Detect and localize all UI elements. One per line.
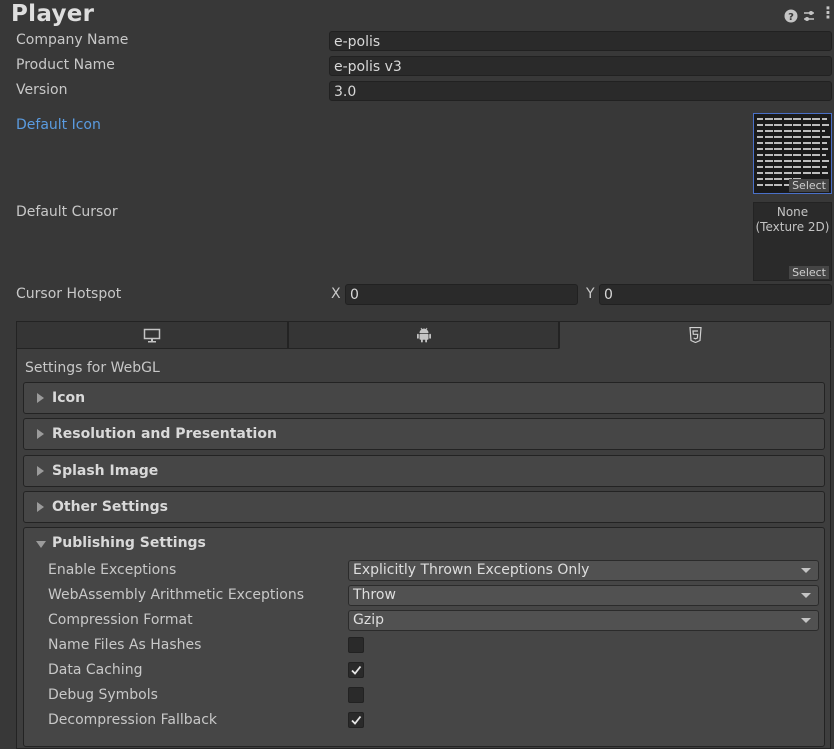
company-name-label: Company Name	[16, 32, 129, 48]
help-icon[interactable]: ?	[784, 9, 798, 23]
wasm-arith-exceptions-value: Throw	[353, 587, 396, 603]
chevron-right-icon	[37, 429, 44, 439]
checkmark-icon	[351, 715, 362, 725]
product-name-field[interactable]: e-polis v3	[329, 56, 832, 76]
monitor-icon	[143, 328, 161, 342]
hotspot-x-field[interactable]: 0	[345, 284, 578, 305]
compression-format-dropdown[interactable]: Gzip	[348, 610, 819, 631]
android-icon	[416, 327, 431, 343]
wasm-arith-exceptions-label: WebAssembly Arithmetic Exceptions	[48, 587, 305, 603]
company-name-field[interactable]: e-polis	[329, 31, 832, 51]
name-files-hashes-label: Name Files As Hashes	[48, 637, 202, 653]
tab-standalone[interactable]	[16, 321, 288, 349]
enable-exceptions-label: Enable Exceptions	[48, 562, 177, 578]
chevron-down-icon	[36, 541, 46, 548]
enable-exceptions-dropdown[interactable]: Explicitly Thrown Exceptions Only	[348, 560, 819, 581]
preset-settings-icon[interactable]	[802, 9, 816, 23]
section-resolution-title: Resolution and Presentation	[52, 426, 277, 442]
chevron-right-icon	[37, 393, 44, 403]
platform-tabs	[16, 321, 832, 349]
default-icon-label[interactable]: Default Icon	[16, 117, 101, 133]
section-publishing-title: Publishing Settings	[52, 535, 206, 551]
chevron-right-icon	[37, 466, 44, 476]
version-label: Version	[16, 82, 68, 98]
inspector-title: Player	[11, 1, 95, 27]
tab-android[interactable]	[287, 321, 560, 349]
wasm-arith-exceptions-dropdown[interactable]: Throw	[348, 585, 819, 606]
default-cursor-select-button[interactable]: Select	[789, 266, 829, 279]
decompression-fallback-checkbox[interactable]	[348, 712, 364, 728]
hotspot-x-label: X	[331, 286, 341, 302]
svg-text:?: ?	[788, 12, 794, 23]
debug-symbols-label: Debug Symbols	[48, 687, 158, 703]
section-other-title: Other Settings	[52, 499, 168, 515]
section-icon-header[interactable]	[23, 382, 825, 414]
default-cursor-label: Default Cursor	[16, 204, 118, 220]
cursor-hotspot-label: Cursor Hotspot	[16, 286, 122, 302]
compression-format-label: Compression Format	[48, 612, 193, 628]
section-splash-title: Splash Image	[52, 463, 159, 479]
name-files-hashes-checkbox[interactable]	[348, 637, 364, 653]
cursor-none-text: None	[776, 205, 809, 219]
data-caching-label: Data Caching	[48, 662, 143, 678]
tab-webgl[interactable]	[559, 321, 832, 349]
data-caching-checkbox[interactable]	[348, 662, 364, 678]
hotspot-y-field[interactable]: 0	[599, 284, 832, 305]
settings-for-label: Settings for WebGL	[25, 360, 160, 376]
version-field[interactable]: 3.0	[329, 81, 832, 101]
section-icon-title: Icon	[52, 390, 86, 406]
cursor-type-text: (Texture 2D)	[755, 220, 830, 234]
default-icon-select-button[interactable]: Select	[789, 179, 829, 192]
hotspot-y-label: Y	[586, 286, 595, 302]
chevron-right-icon	[37, 502, 44, 512]
default-icon-thumbnail[interactable]: Select	[753, 113, 832, 194]
dropdown-arrow-icon	[801, 593, 811, 598]
product-name-label: Product Name	[16, 57, 115, 73]
more-options-icon[interactable]: ⋮	[820, 5, 834, 21]
dropdown-arrow-icon	[801, 618, 811, 623]
enable-exceptions-value: Explicitly Thrown Exceptions Only	[353, 562, 590, 578]
default-cursor-thumbnail[interactable]: None (Texture 2D) Select	[753, 202, 832, 281]
checkmark-icon	[351, 665, 362, 675]
debug-symbols-checkbox[interactable]	[348, 687, 364, 703]
compression-format-value: Gzip	[353, 612, 384, 628]
dropdown-arrow-icon	[801, 568, 811, 573]
html5-icon	[689, 327, 702, 343]
decompression-fallback-label: Decompression Fallback	[48, 712, 218, 728]
